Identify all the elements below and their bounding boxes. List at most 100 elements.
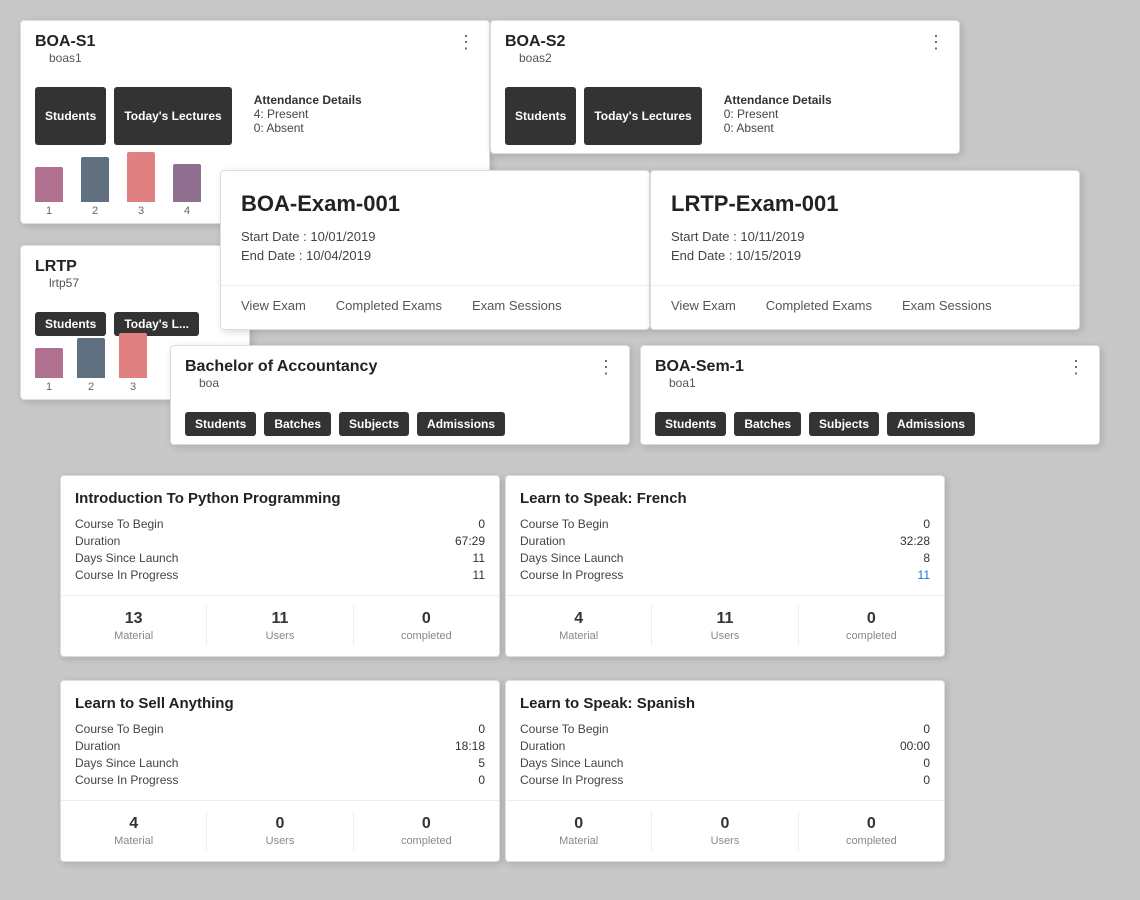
french-stat-begin-label: Course To Begin: [520, 517, 609, 531]
lrtp-bar-group-1: 1: [35, 348, 63, 393]
french-material-label: Material: [506, 630, 651, 642]
boas2-card: BOA-S2 boas2 ⋮ Students Today's Lectures…: [490, 20, 960, 154]
boa-exam-completed-link[interactable]: Completed Exams: [336, 298, 442, 313]
python-users-label: Users: [207, 630, 352, 642]
boa-exam-view-link[interactable]: View Exam: [241, 298, 306, 313]
boa-prog-subjects-button[interactable]: Subjects: [339, 412, 409, 436]
bar-label-3: 3: [138, 205, 144, 217]
python-material-col: 13 Material: [61, 606, 207, 646]
python-stats: Course To Begin 0 Duration 67:29 Days Si…: [61, 517, 499, 595]
python-users-col: 11 Users: [207, 606, 353, 646]
python-stat-begin-val: 0: [478, 517, 485, 531]
lrtp-bar-label-3: 3: [130, 381, 136, 393]
spanish-completed-label: completed: [799, 835, 944, 847]
boa-prog-students-button[interactable]: Students: [185, 412, 256, 436]
lrtp-students-button[interactable]: Students: [35, 312, 106, 336]
lrtp-exam-sessions-link[interactable]: Exam Sessions: [902, 298, 992, 313]
bar-group-1: 1: [35, 167, 63, 217]
sell-completed-col: 0 completed: [354, 811, 499, 851]
boas1-menu-icon[interactable]: ⋮: [457, 33, 475, 51]
boas1-title: BOA-S1: [35, 33, 96, 51]
sell-users-label: Users: [207, 835, 352, 847]
boa-exam-header: BOA-Exam-001 Start Date : 10/01/2019 End…: [221, 171, 649, 277]
sell-stat-progress-label: Course In Progress: [75, 773, 178, 787]
bar-2: [81, 157, 109, 202]
sell-material-num: 4: [61, 815, 206, 833]
french-stat-begin-val: 0: [923, 517, 930, 531]
boas2-btn-row: Students Today's Lectures Attendance Det…: [491, 79, 959, 153]
lrtp-exam-end: End Date : 10/15/2019: [671, 248, 1059, 263]
spanish-material-col: 0 Material: [506, 811, 652, 851]
french-title: Learn to Speak: French: [506, 476, 944, 517]
boa-exam-sessions-link[interactable]: Exam Sessions: [472, 298, 562, 313]
boa-prog-batches-button[interactable]: Batches: [264, 412, 331, 436]
boa-sem-menu-icon[interactable]: ⋮: [1067, 358, 1085, 376]
boa-exam-start: Start Date : 10/01/2019: [241, 229, 629, 244]
spanish-stat-progress: Course In Progress 0: [520, 773, 930, 787]
sell-material-label: Material: [61, 835, 206, 847]
python-stat-days-label: Days Since Launch: [75, 551, 178, 565]
lrtp-exam-completed-link[interactable]: Completed Exams: [766, 298, 872, 313]
lrtp-bar-1: [35, 348, 63, 378]
spanish-stat-duration-label: Duration: [520, 739, 565, 753]
french-stat-duration-label: Duration: [520, 534, 565, 548]
boas1-subtitle: boas1: [35, 51, 96, 73]
boa-sem-subjects-button[interactable]: Subjects: [809, 412, 879, 436]
french-users-label: Users: [652, 630, 797, 642]
spanish-stat-begin: Course To Begin 0: [520, 722, 930, 736]
python-stat-progress: Course In Progress 11: [75, 568, 485, 582]
boas2-header: BOA-S2 boas2 ⋮: [491, 21, 959, 79]
lrtp-exam-view-link[interactable]: View Exam: [671, 298, 736, 313]
sell-users-col: 0 Users: [207, 811, 353, 851]
sell-material-col: 4 Material: [61, 811, 207, 851]
boas2-present: 0: Present: [724, 107, 832, 121]
python-material-num: 13: [61, 610, 206, 628]
spanish-title: Learn to Speak: Spanish: [506, 681, 944, 722]
french-completed-col: 0 completed: [799, 606, 944, 646]
sell-stat-days-label: Days Since Launch: [75, 756, 178, 770]
python-stat-progress-label: Course In Progress: [75, 568, 178, 582]
lrtp-bar-group-2: 2: [77, 338, 105, 393]
python-completed-col: 0 completed: [354, 606, 499, 646]
lrtp-bar-2: [77, 338, 105, 378]
boa-prog-btn-row: Students Batches Subjects Admissions: [171, 404, 629, 444]
boas2-lectures-button[interactable]: Today's Lectures: [584, 87, 701, 145]
sell-stats: Course To Begin 0 Duration 18:18 Days Si…: [61, 722, 499, 800]
sell-completed-num: 0: [354, 815, 499, 833]
boa-prog-title: Bachelor of Accountancy: [185, 358, 377, 376]
sell-stat-progress: Course In Progress 0: [75, 773, 485, 787]
bar-group-2: 2: [81, 157, 109, 217]
boa-exam-end: End Date : 10/04/2019: [241, 248, 629, 263]
boas1-students-button[interactable]: Students: [35, 87, 106, 145]
boas1-lectures-button[interactable]: Today's Lectures: [114, 87, 231, 145]
sell-stat-days: Days Since Launch 5: [75, 756, 485, 770]
boa-prog-admissions-button[interactable]: Admissions: [417, 412, 505, 436]
boa-sem-students-button[interactable]: Students: [655, 412, 726, 436]
lrtp-subtitle: lrtp57: [35, 276, 93, 298]
boas2-menu-icon[interactable]: ⋮: [927, 33, 945, 51]
sell-title: Learn to Sell Anything: [61, 681, 499, 722]
lrtp-bar-label-1: 1: [46, 381, 52, 393]
boa-sem-admissions-button[interactable]: Admissions: [887, 412, 975, 436]
boa-sem-batches-button[interactable]: Batches: [734, 412, 801, 436]
boa-sem-title: BOA-Sem-1: [655, 358, 744, 376]
boa-exam-card: BOA-Exam-001 Start Date : 10/01/2019 End…: [220, 170, 650, 330]
sell-stat-duration-label: Duration: [75, 739, 120, 753]
boas1-present: 4: Present: [254, 107, 362, 121]
boa-prog-menu-icon[interactable]: ⋮: [597, 358, 615, 376]
sell-footer: 4 Material 0 Users 0 completed: [61, 800, 499, 861]
boa-sem-btn-row: Students Batches Subjects Admissions: [641, 404, 1099, 444]
french-stat-duration-val: 32:28: [900, 534, 930, 548]
french-stat-progress: Course In Progress 11: [520, 568, 930, 582]
boas1-header: BOA-S1 boas1 ⋮: [21, 21, 489, 79]
spanish-stat-duration: Duration 00:00: [520, 739, 930, 753]
boas2-students-button[interactable]: Students: [505, 87, 576, 145]
python-footer: 13 Material 11 Users 0 completed: [61, 595, 499, 656]
french-users-num: 11: [652, 610, 797, 628]
spanish-stat-progress-val: 0: [923, 773, 930, 787]
spanish-material-label: Material: [506, 835, 651, 847]
lrtp-bar-3: [119, 333, 147, 378]
boa-prog-header: Bachelor of Accountancy boa ⋮: [171, 346, 629, 404]
sell-stat-begin: Course To Begin 0: [75, 722, 485, 736]
boa-sem-header: BOA-Sem-1 boa1 ⋮: [641, 346, 1099, 404]
